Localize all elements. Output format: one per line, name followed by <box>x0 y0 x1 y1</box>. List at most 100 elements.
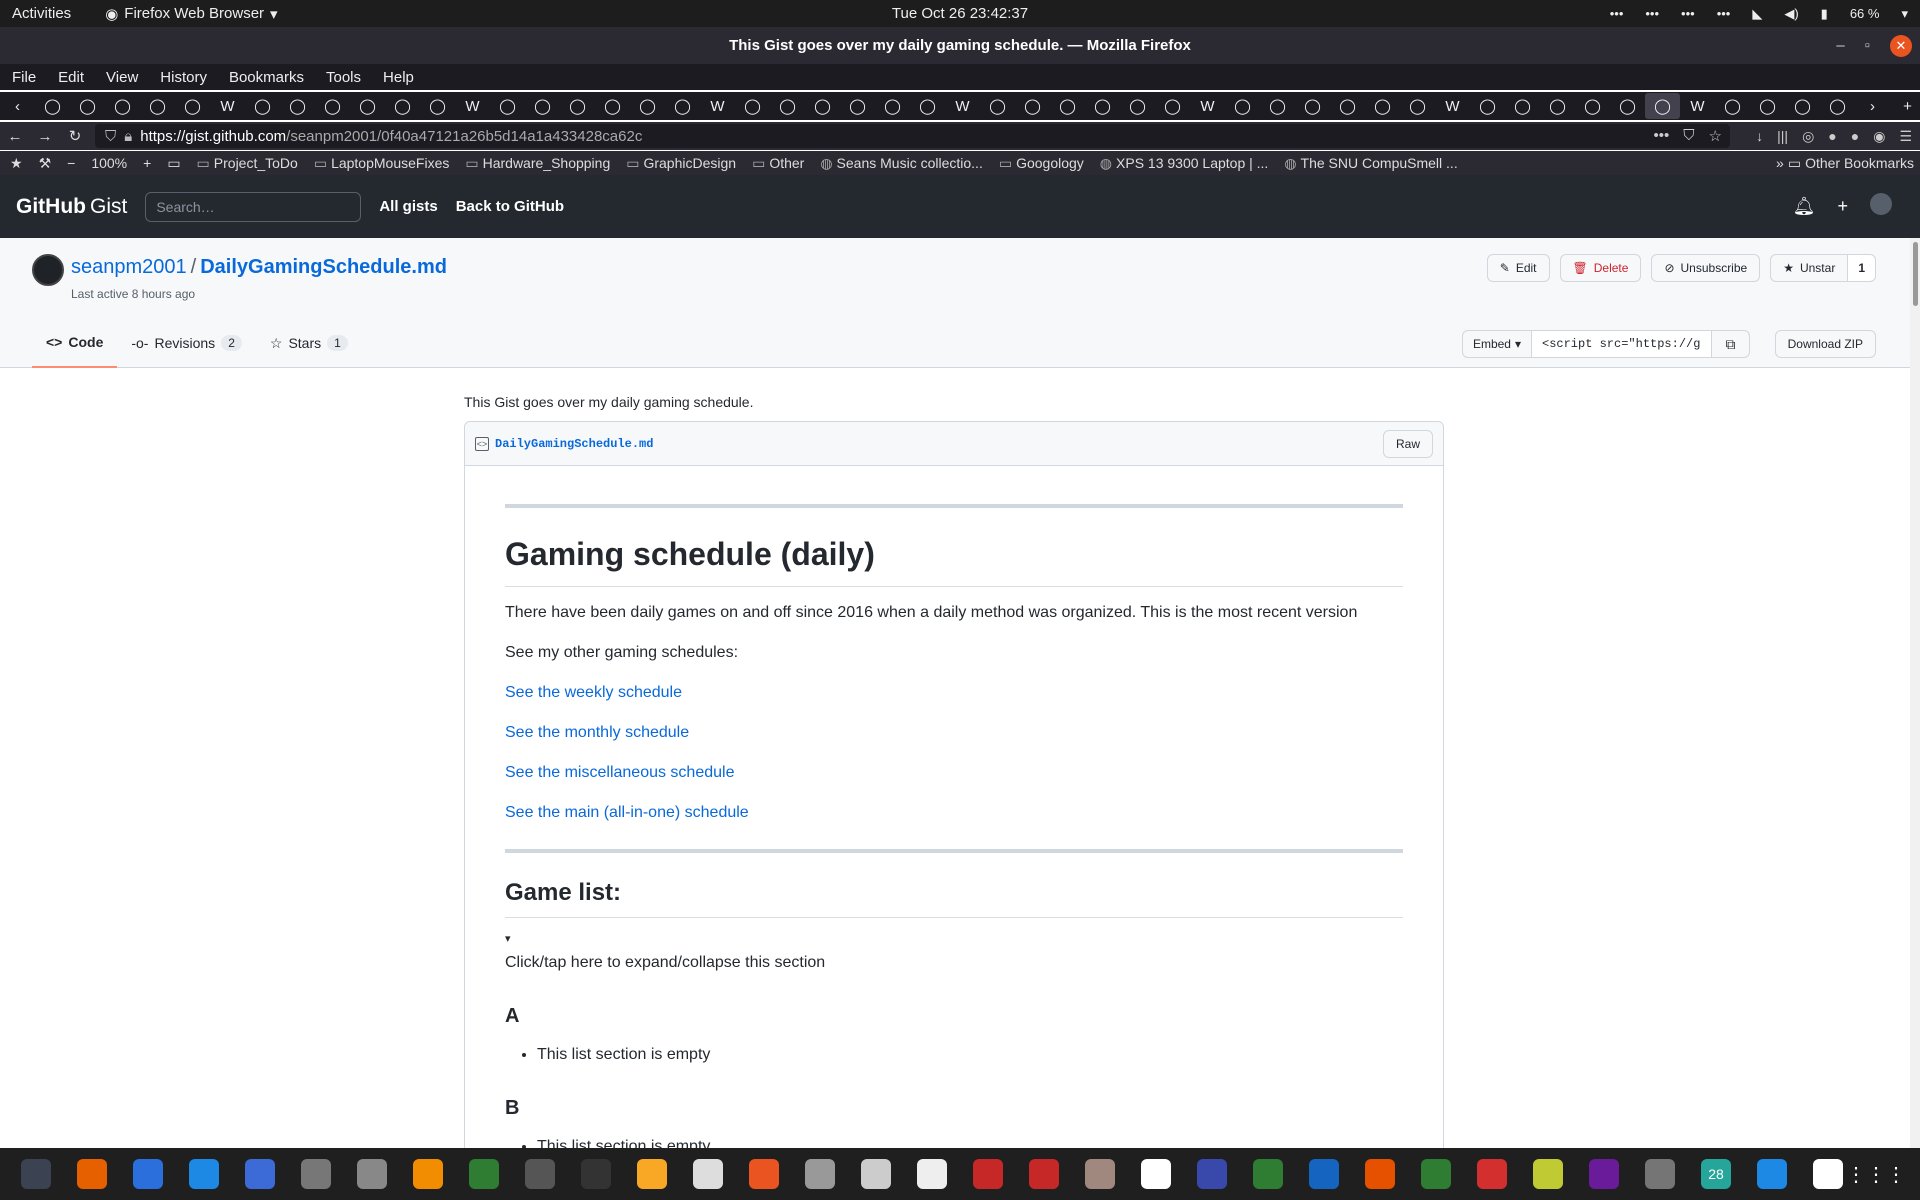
browser-tab[interactable]: ◯ <box>735 93 770 119</box>
browser-tab[interactable]: ◯ <box>1225 93 1260 119</box>
menu-file[interactable]: File <box>12 69 36 86</box>
tab-scroll-left-icon[interactable]: ‹ <box>0 93 35 119</box>
main-schedule-link[interactable]: See the main (all-in-one) schedule <box>505 801 1403 825</box>
browser-tab[interactable]: ◯ <box>1400 93 1435 119</box>
library-icon[interactable]: ||| <box>1777 128 1788 145</box>
reader-icon[interactable] <box>904 1148 960 1200</box>
browser-tab[interactable]: ◯ <box>70 93 105 119</box>
page-actions-icon[interactable]: ••• <box>1654 127 1670 145</box>
bookmark-item[interactable]: ▭ LaptopMouseFixes <box>314 155 450 172</box>
shield-icon[interactable]: ⛉ <box>105 128 116 145</box>
menu-bookmarks[interactable]: Bookmarks <box>229 69 304 86</box>
chevron-right-icon[interactable]: » <box>1776 155 1784 171</box>
help-icon[interactable] <box>176 1148 232 1200</box>
browser-tab[interactable]: ◯ <box>665 93 700 119</box>
embed-url-input[interactable] <box>1532 330 1712 358</box>
star-icon[interactable]: ★ <box>10 155 23 172</box>
system-monitor-icon[interactable] <box>8 1148 64 1200</box>
settings-icon[interactable] <box>344 1148 400 1200</box>
browser-tab[interactable]: ◯ <box>630 93 665 119</box>
folder-icon[interactable]: ▭ <box>167 155 180 172</box>
new-tab-icon[interactable]: + <box>1890 93 1920 119</box>
vertical-scrollbar[interactable] <box>1910 238 1920 1148</box>
tab-stars[interactable]: ☆ Stars 1 <box>256 318 362 368</box>
account-icon[interactable]: ◎ <box>1802 128 1814 145</box>
bell-icon[interactable]: 🔔︎ <box>1793 196 1816 217</box>
files-icon[interactable] <box>288 1148 344 1200</box>
browser-tab[interactable]: W <box>210 93 245 119</box>
embed-select[interactable]: Embed ▾ <box>1461 330 1532 358</box>
browser-tab[interactable]: ◯ <box>1015 93 1050 119</box>
activities-button[interactable]: Activities <box>12 5 71 22</box>
character-map-icon[interactable] <box>1128 1148 1184 1200</box>
app-menu[interactable]: ◉ Firefox Web Browser ▾ <box>105 5 277 23</box>
browser-tab[interactable]: ◯ <box>840 93 875 119</box>
browser-tab[interactable]: ◯ <box>105 93 140 119</box>
github-gist-logo[interactable]: GitHub Gist <box>16 195 127 219</box>
tasks-icon[interactable] <box>1184 1148 1240 1200</box>
minimize-icon[interactable]: – <box>1836 37 1844 54</box>
bookmark-star-icon[interactable]: ☆ <box>1709 127 1722 145</box>
avatar[interactable] <box>32 254 64 286</box>
firefox-icon[interactable] <box>64 1148 120 1200</box>
vlc-icon[interactable] <box>400 1148 456 1200</box>
extension-icon[interactable]: ● <box>1828 128 1836 145</box>
maximize-icon[interactable]: ▫ <box>1865 37 1870 54</box>
webcam-icon[interactable] <box>1576 1148 1632 1200</box>
browser-tab[interactable]: W <box>455 93 490 119</box>
avatar[interactable] <box>1870 193 1892 220</box>
browser-tab[interactable]: ◯ <box>280 93 315 119</box>
other-bookmarks[interactable]: » ▭ Other Bookmarks <box>1776 155 1914 172</box>
unsubscribe-button[interactable]: ⊘ Unsubscribe <box>1651 254 1761 282</box>
menu-edit[interactable]: Edit <box>58 69 84 86</box>
bookmark-item[interactable]: ◍ Seans Music collectio... <box>820 155 983 172</box>
browser-tab[interactable]: ◯ <box>1155 93 1190 119</box>
plus-icon[interactable]: + <box>1837 196 1848 217</box>
system-tray[interactable]: ••• ••• ••• ••• ◣ ◀) ▮ 66 % ▾ <box>1610 6 1908 22</box>
browser-tab[interactable]: ◯ <box>420 93 455 119</box>
bookmark-item[interactable]: ◍ The SNU CompuSmell ... <box>1284 155 1457 172</box>
zoom-out-icon[interactable]: − <box>67 155 75 171</box>
menu-help[interactable]: Help <box>383 69 414 86</box>
browser-tab[interactable]: ◯ <box>770 93 805 119</box>
game-icon[interactable] <box>1520 1148 1576 1200</box>
browser-tab[interactable]: ◯ <box>315 93 350 119</box>
disk-usage-icon[interactable] <box>848 1148 904 1200</box>
overflow-icon[interactable]: ••• <box>1717 6 1731 21</box>
tab-scroll-right-icon[interactable]: › <box>1855 93 1890 119</box>
browser-tab[interactable]: ◯ <box>1365 93 1400 119</box>
misc-schedule-link[interactable]: See the miscellaneous schedule <box>505 761 1403 785</box>
bookmark-item[interactable]: ▭ Hardware_Shopping <box>465 155 610 172</box>
menu-tools[interactable]: Tools <box>326 69 361 86</box>
browser-tab[interactable]: ◯ <box>35 93 70 119</box>
unstar-button[interactable]: ★ Unstar <box>1770 254 1849 282</box>
browser-tab[interactable]: ◯ <box>875 93 910 119</box>
back-icon[interactable]: ← <box>0 128 30 145</box>
all-gists-link[interactable]: All gists <box>379 198 437 215</box>
browser-tab[interactable]: ◯ <box>1610 93 1645 119</box>
clock[interactable]: Tue Oct 26 23:42:37 <box>892 5 1028 22</box>
terminal-icon[interactable] <box>568 1148 624 1200</box>
messenger-icon[interactable] <box>1744 1148 1800 1200</box>
browser-tab[interactable]: W <box>1435 93 1470 119</box>
browser-tab[interactable]: ◯ <box>1050 93 1085 119</box>
app-grid-icon[interactable]: ⋮⋮⋮ <box>1846 1162 1906 1187</box>
gist-filename-link[interactable]: DailyGamingSchedule.md <box>200 256 447 278</box>
browser-tab[interactable]: W <box>1680 93 1715 119</box>
browser-tab[interactable]: ◯ <box>385 93 420 119</box>
browser-tab[interactable]: ◯ <box>1785 93 1820 119</box>
calendar-icon[interactable]: 28 <box>1688 1148 1744 1200</box>
updater-icon[interactable] <box>1352 1148 1408 1200</box>
browser-tab[interactable]: ◯ <box>350 93 385 119</box>
text-editor-icon[interactable] <box>120 1148 176 1200</box>
monthly-schedule-link[interactable]: See the monthly schedule <box>505 721 1403 745</box>
browser-tab[interactable]: ◯ <box>1295 93 1330 119</box>
pocket-icon[interactable]: ⛉ <box>1683 127 1694 145</box>
archive-icon[interactable] <box>1072 1148 1128 1200</box>
browser-tab[interactable]: ◯ <box>1120 93 1155 119</box>
image-viewer-icon[interactable] <box>456 1148 512 1200</box>
bookmark-item[interactable]: ▭ Project_ToDo <box>197 155 298 172</box>
browser-tab[interactable]: ◯ <box>1505 93 1540 119</box>
tab-revisions[interactable]: -o- Revisions 2 <box>117 318 256 368</box>
back-to-github-link[interactable]: Back to GitHub <box>456 198 564 215</box>
